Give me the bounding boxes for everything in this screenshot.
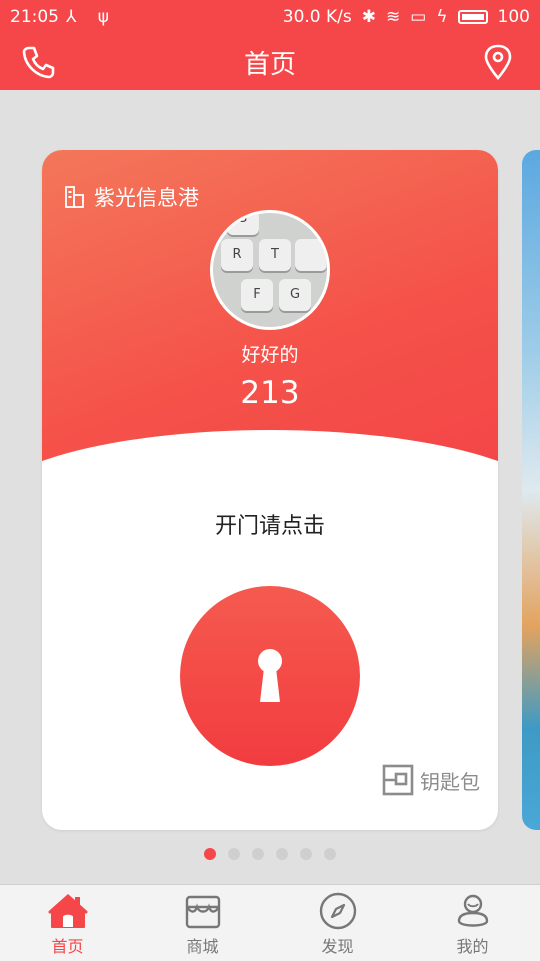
page-dot[interactable]	[324, 848, 336, 860]
tab-label: 首页	[51, 937, 84, 956]
wallet-label: 钥匙包	[420, 769, 480, 794]
avatar-key-image: F	[241, 279, 273, 311]
tab-label: 发现	[321, 937, 354, 956]
points-value: 213	[240, 375, 300, 411]
page-title: 首页	[243, 50, 296, 80]
page-dot[interactable]	[228, 848, 240, 860]
tab-home[interactable]: 首页	[0, 885, 135, 961]
sim-icon: ▭	[410, 7, 427, 27]
page-indicator	[0, 848, 540, 860]
tab-discover[interactable]: 发现	[270, 885, 405, 961]
wallet-icon	[382, 764, 414, 796]
page-dot[interactable]	[252, 848, 264, 860]
status-time: 21:05	[10, 7, 59, 27]
bottom-tab-bar: 首页 商城 发现 我的	[0, 884, 540, 961]
battery-icon	[457, 10, 488, 24]
status-right: 30.0 K/s ✱ ≋ ▭ ϟ 100	[283, 7, 530, 27]
community-name: 紫光信息港	[94, 186, 199, 210]
tab-store[interactable]: 商城	[135, 885, 270, 961]
network-speed: 30.0 K/s	[282, 7, 352, 27]
compass-icon	[319, 892, 356, 930]
charging-icon: ϟ	[436, 7, 448, 27]
status-bar: 21:05 ⅄ ψ 30.0 K/s ✱ ≋ ▭ ϟ 100	[0, 0, 540, 34]
next-card-peek[interactable]	[522, 150, 540, 830]
bluetooth-icon: ✱	[361, 7, 377, 27]
building-icon	[65, 186, 84, 208]
key-wallet-button[interactable]: 钥匙包	[382, 764, 480, 796]
avatar[interactable]: S R T F G	[210, 210, 330, 330]
home-icon	[48, 893, 87, 928]
points-label: 开门积分	[237, 430, 302, 449]
unlock-door-button[interactable]	[180, 586, 360, 766]
unlock-prompt: 开门请点击	[214, 514, 325, 539]
battery-level: 100	[497, 7, 530, 27]
avatar-key-image: R	[221, 239, 253, 271]
location-icon[interactable]	[478, 42, 518, 82]
profile-icon	[457, 894, 488, 927]
keyhole-icon	[258, 649, 282, 702]
app-header: 首页	[0, 34, 540, 90]
avatar-key-image	[295, 239, 327, 271]
avatar-key-image: S	[227, 213, 259, 235]
store-icon	[185, 895, 220, 929]
notification-icons: ⅄ ψ	[66, 7, 118, 27]
page-dot[interactable]	[300, 848, 312, 860]
username: 好好的	[241, 344, 299, 366]
tab-label: 我的	[456, 937, 489, 956]
tab-label: 商城	[186, 937, 219, 956]
page-dot[interactable]	[276, 848, 288, 860]
access-card: 紫光信息港 S R T F G 好好的 213 开门积分 开门请点击 钥匙包	[42, 150, 498, 830]
avatar-key-image: G	[279, 279, 311, 311]
avatar-key-image: T	[259, 239, 291, 271]
tab-profile[interactable]: 我的	[405, 885, 540, 961]
page-dot[interactable]	[204, 848, 216, 860]
wifi-icon: ≋	[386, 7, 401, 27]
community-label[interactable]: 紫光信息港	[64, 182, 199, 212]
